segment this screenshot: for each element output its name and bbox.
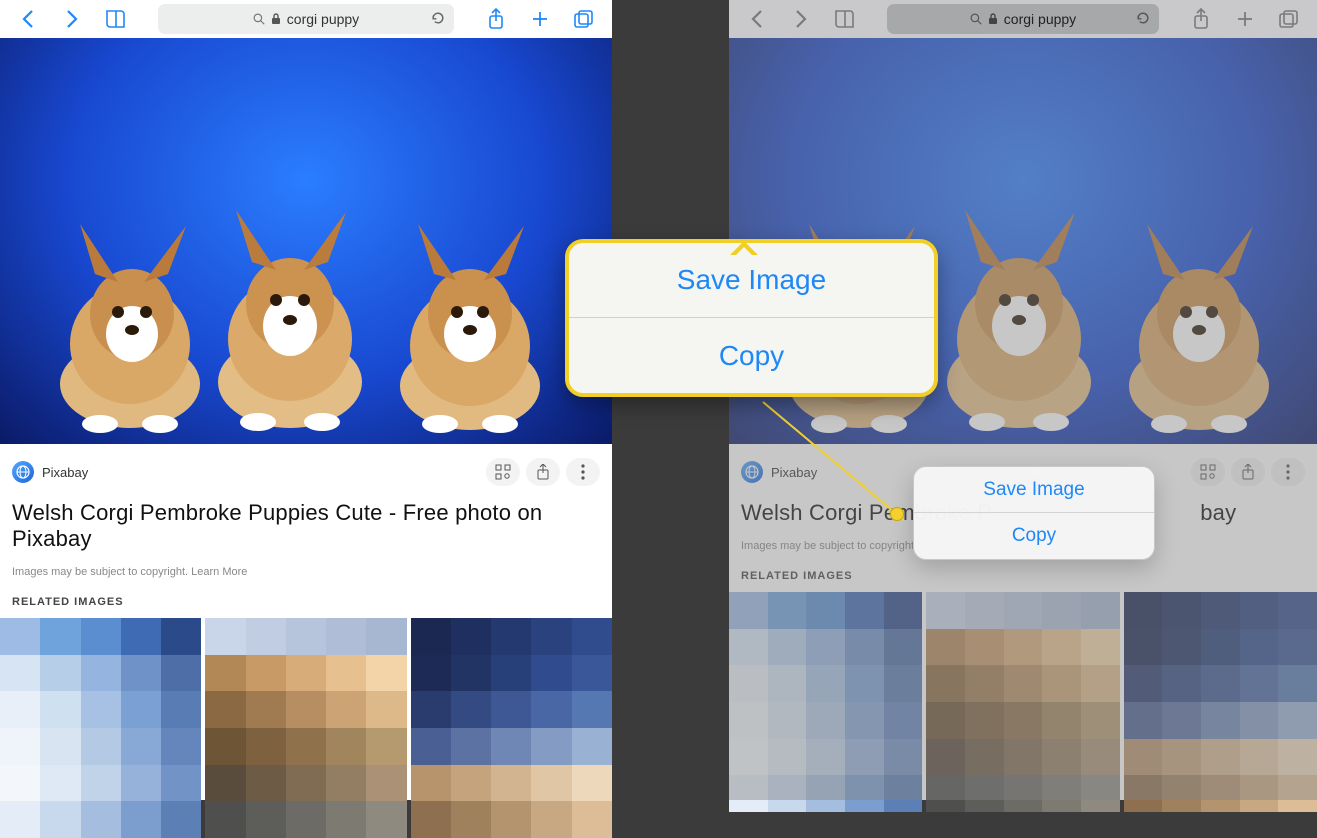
related-images-row: [729, 592, 1317, 812]
site-favicon: [12, 461, 34, 483]
corgi-puppy-1: [40, 174, 220, 434]
site-favicon: [741, 461, 763, 483]
tabs-button[interactable]: [564, 4, 604, 34]
more-button[interactable]: [1271, 458, 1305, 486]
reload-button[interactable]: [430, 10, 446, 29]
toolbar: corgi puppy: [729, 0, 1317, 38]
related-image-thumb[interactable]: [205, 618, 406, 838]
related-image-thumb[interactable]: [411, 618, 612, 838]
more-button[interactable]: [566, 458, 600, 486]
bookmarks-button[interactable]: [96, 4, 136, 34]
context-menu-large: Save Image Copy: [565, 239, 938, 397]
related-image-thumb[interactable]: [1124, 592, 1317, 812]
source-name[interactable]: Pixabay: [771, 465, 817, 480]
menu-save-image[interactable]: Save Image: [914, 467, 1154, 513]
new-tab-button[interactable]: [520, 4, 560, 34]
hero-image[interactable]: [0, 38, 612, 444]
related-heading: RELATED IMAGES: [741, 570, 1305, 582]
related-heading: RELATED IMAGES: [12, 596, 600, 608]
share-image-button[interactable]: [1231, 458, 1265, 486]
share-image-button[interactable]: [526, 458, 560, 486]
related-image-thumb[interactable]: [926, 592, 1119, 812]
url-bar[interactable]: corgi puppy: [887, 4, 1159, 34]
related-image-thumb[interactable]: [0, 618, 201, 838]
browser-pane-left: corgi puppy Pixabay Welsh Corgi Pembroke…: [0, 0, 612, 800]
source-name[interactable]: Pixabay: [42, 465, 88, 480]
new-tab-button[interactable]: [1225, 4, 1265, 34]
corgi-puppy-3: [380, 174, 560, 434]
corgi-puppy-2: [929, 164, 1109, 434]
search-icon: [970, 13, 982, 25]
context-menu-small: Save Image Copy: [913, 466, 1155, 560]
lock-icon: [988, 13, 998, 25]
url-text: corgi puppy: [287, 11, 359, 27]
menu-save-image[interactable]: Save Image: [569, 243, 934, 318]
url-text: corgi puppy: [1004, 11, 1076, 27]
corgi-puppy-3: [1109, 174, 1289, 434]
forward-button[interactable]: [52, 4, 92, 34]
search-icon: [253, 13, 265, 25]
corgi-puppy-2: [200, 164, 380, 434]
share-button[interactable]: [476, 4, 516, 34]
browser-pane-right: corgi puppy Pixabay Welsh Corgi Pembroke…: [729, 0, 1317, 800]
lock-icon: [271, 13, 281, 25]
reload-button[interactable]: [1135, 10, 1151, 29]
menu-copy[interactable]: Copy: [914, 513, 1154, 559]
back-button[interactable]: [8, 4, 48, 34]
annotation-anchor-icon: [890, 507, 904, 521]
related-image-thumb[interactable]: [729, 592, 922, 812]
back-button[interactable]: [737, 4, 777, 34]
share-button[interactable]: [1181, 4, 1221, 34]
lens-button[interactable]: [486, 458, 520, 486]
image-info-section: Pixabay Welsh Corgi Pembroke Puppies Cut…: [0, 444, 612, 608]
tabs-button[interactable]: [1269, 4, 1309, 34]
bookmarks-button[interactable]: [825, 4, 865, 34]
url-bar[interactable]: corgi puppy: [158, 4, 454, 34]
toolbar: corgi puppy: [0, 0, 612, 38]
lens-button[interactable]: [1191, 458, 1225, 486]
learn-more-link[interactable]: Learn More: [191, 566, 247, 578]
menu-copy[interactable]: Copy: [569, 318, 934, 393]
image-title: Welsh Corgi Pembroke Puppies Cute - Free…: [12, 500, 600, 552]
copyright-notice: Images may be subject to copyright. Lear…: [12, 566, 600, 578]
forward-button[interactable]: [781, 4, 821, 34]
related-images-row: [0, 618, 612, 838]
